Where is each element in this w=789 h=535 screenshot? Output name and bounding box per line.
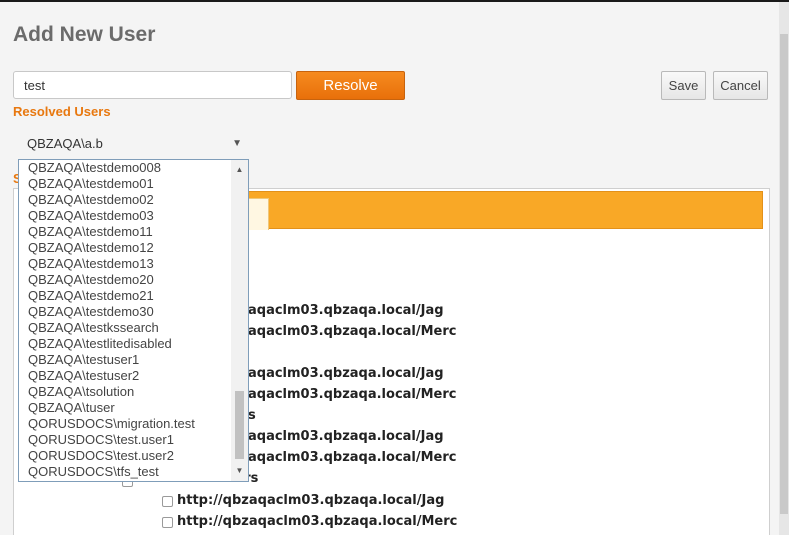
page-scrollbar-thumb[interactable]	[780, 34, 788, 514]
tree-item-jag-1: aqaclm03.qbzaqa.local/Jag	[248, 303, 444, 318]
list-item[interactable]: QBZAQA\testdemo20	[28, 272, 154, 288]
list-item[interactable]: QBZAQA\testdemo30	[28, 304, 154, 320]
resolved-users-select[interactable]: QBZAQA\a.b ▼	[18, 133, 248, 155]
list-item[interactable]: QBZAQA\testdemo008	[28, 160, 161, 176]
chevron-down-icon: ▼	[232, 138, 242, 149]
list-item[interactable]: QBZAQA\testkssearch	[28, 320, 159, 336]
resolved-users-dropdown-list[interactable]: QBZAQA\testdemo008 QBZAQA\testdemo01 QBZ…	[18, 159, 249, 482]
cancel-button[interactable]: Cancel	[713, 71, 768, 100]
save-button[interactable]: Save	[661, 71, 706, 100]
scroll-up-arrow-icon[interactable]: ▲	[231, 162, 248, 178]
resolved-users-label: Resolved Users	[13, 104, 111, 119]
list-item[interactable]: QORUSDOCS\tfs_test	[28, 464, 159, 480]
page-scrollbar[interactable]	[779, 2, 789, 535]
list-item[interactable]: QBZAQA\tuser	[28, 400, 115, 416]
tree-item-jag-2: aqaclm03.qbzaqa.local/Jag	[248, 366, 444, 381]
tree-item-merc-1: aqaclm03.qbzaqa.local/Merc	[248, 324, 457, 339]
dialog-title: Add New User	[13, 23, 156, 46]
tree-item-jag-3: aqaclm03.qbzaqa.local/Jag	[248, 429, 444, 444]
tree-group-label: s	[248, 408, 256, 423]
list-item[interactable]: QBZAQA\testdemo11	[28, 224, 153, 240]
list-item[interactable]: QORUSDOCS\migration.test	[28, 416, 195, 432]
list-item[interactable]: QBZAQA\testdemo12	[28, 240, 154, 256]
list-item[interactable]: QBZAQA\testdemo02	[28, 192, 154, 208]
add-user-dialog: Add New User Resolve Save Cancel Resolve…	[0, 2, 779, 535]
dropdown-scrollbar-thumb[interactable]	[235, 391, 244, 459]
url-jag-label: http://qbzaqaclm03.qbzaqa.local/Jag	[177, 493, 445, 508]
list-item[interactable]: QBZAQA\testdemo13	[28, 256, 154, 272]
tree-item-merc-3: aqaclm03.qbzaqa.local/Merc	[248, 450, 457, 465]
scroll-down-arrow-icon[interactable]: ▼	[231, 463, 248, 479]
list-item[interactable]: QBZAQA\testdemo01	[28, 176, 154, 192]
url-merc-checkbox[interactable]	[162, 517, 173, 528]
list-item[interactable]: QBZAQA\tsolution	[28, 384, 134, 400]
list-item[interactable]: QBZAQA\testuser1	[28, 352, 139, 368]
resolve-button[interactable]: Resolve	[296, 71, 405, 100]
list-item[interactable]: QBZAQA\testdemo03	[28, 208, 154, 224]
dropdown-scrollbar[interactable]: ▲ ▼	[231, 160, 248, 481]
url-jag-checkbox[interactable]	[162, 496, 173, 507]
list-item[interactable]: QORUSDOCS\test.user1	[28, 432, 174, 448]
list-item[interactable]: QBZAQA\testdemo21	[28, 288, 154, 304]
list-item[interactable]: QORUSDOCS\test.user2	[28, 448, 174, 464]
url-merc-label: http://qbzaqaclm03.qbzaqa.local/Merc	[177, 514, 458, 529]
list-item[interactable]: QBZAQA\testlitedisabled	[28, 336, 172, 352]
tree-item-merc-2: aqaclm03.qbzaqa.local/Merc	[248, 387, 457, 402]
list-item[interactable]: QBZAQA\testuser2	[28, 368, 139, 384]
selected-user-value: QBZAQA\a.b	[27, 136, 103, 151]
user-search-input[interactable]	[13, 71, 292, 99]
